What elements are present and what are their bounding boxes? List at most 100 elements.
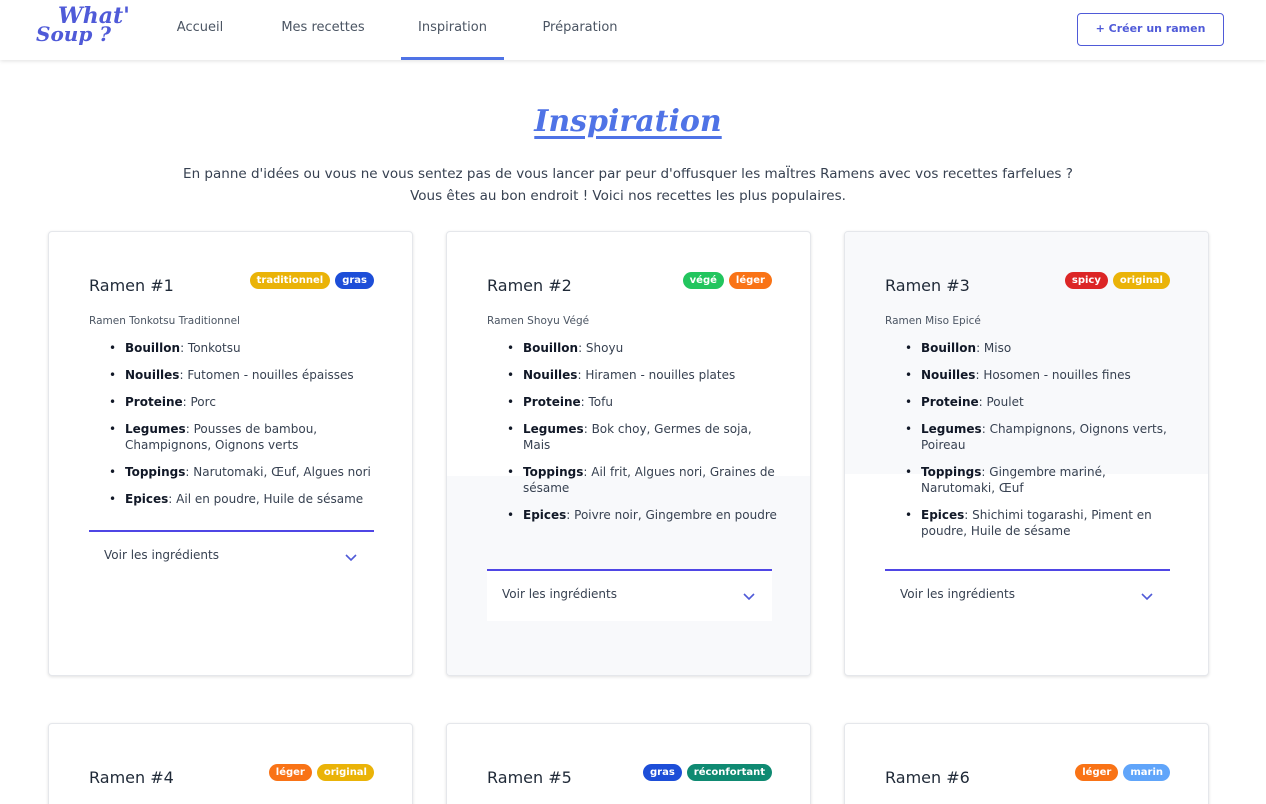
tag-badge: réconfortant: [686, 764, 772, 781]
page-title: Inspiration: [534, 104, 722, 139]
ingredient-item: Epices: Shichimi togarashi, Piment en po…: [885, 507, 1175, 539]
ingredient-value: Narutomaki, Œuf, Algues nori: [193, 465, 371, 479]
ingredient-item: Nouilles: Futomen - nouilles épaisses: [89, 367, 379, 383]
page-intro: En panne d'idées ou vous ne vous sentez …: [0, 163, 1256, 207]
chevron-down-icon: [345, 554, 357, 562]
ingredient-item: Toppings: Gingembre mariné, Narutomaki, …: [885, 464, 1175, 496]
ingredient-list: Bouillon: Tonkotsu Nouilles: Futomen - n…: [89, 340, 379, 518]
card-title: Ramen #4: [89, 768, 174, 787]
ingredient-key: Bouillon: [125, 341, 181, 355]
ingredient-value: Shoyu: [585, 341, 624, 355]
tag-badge: spicy: [1064, 272, 1108, 289]
card-title: Ramen #2: [487, 276, 572, 295]
chevron-down-icon: [1141, 593, 1153, 601]
tag-badge: léger: [1075, 764, 1119, 781]
card-subtitle: Ramen Tonkotsu Traditionnel: [89, 315, 240, 327]
ingredient-item: Legumes: Pousses de bambou, Champignons,…: [89, 421, 379, 453]
ingredient-item: Toppings: Ail frit, Algues nori, Graines…: [487, 464, 777, 496]
ingredient-item: Legumes: Bok choy, Germes de soja, Mais: [487, 421, 777, 453]
ingredient-value: Poulet: [986, 395, 1024, 409]
card-title: Ramen #6: [885, 768, 970, 787]
tag-badge: traditionnel: [249, 272, 331, 289]
top-navbar: What' Soup ? Accueil Mes recettes Inspir…: [0, 0, 1266, 60]
ingredient-value: Tonkotsu: [187, 341, 241, 355]
ingredients-toggle[interactable]: Voir les ingrédients: [885, 569, 1170, 621]
ingredient-item: Epices: Ail en poudre, Huile de sésame: [89, 491, 379, 507]
card-title: Ramen #3: [885, 276, 970, 295]
tag-badge: léger: [728, 272, 772, 289]
ingredient-value: Tofu: [588, 395, 613, 409]
ingredient-key: Proteine: [921, 395, 979, 409]
ingredient-key: Nouilles: [125, 368, 180, 382]
ingredient-value: Porc: [190, 395, 216, 409]
ingredient-item: Legumes: Champignons, Oignons verts, Poi…: [885, 421, 1175, 453]
tag-badge: végé: [682, 272, 724, 289]
ingredient-key: Toppings: [921, 465, 982, 479]
recipe-card-2: Ramen #2 végé léger Ramen Shoyu Végé Bou…: [446, 231, 811, 676]
ingredient-value: Futomen - nouilles épaisses: [187, 368, 354, 382]
card-tags: traditionnel gras: [249, 272, 374, 289]
logo-line2: Soup ?: [36, 22, 111, 46]
ingredient-item: Toppings: Narutomaki, Œuf, Algues nori: [89, 464, 379, 480]
toggle-label: Voir les ingrédients: [104, 548, 219, 562]
chevron-down-icon: [743, 593, 755, 601]
ingredient-key: Epices: [523, 508, 567, 522]
ingredients-toggle[interactable]: Voir les ingrédients: [89, 530, 374, 582]
toggle-label: Voir les ingrédients: [502, 587, 617, 601]
ingredient-key: Proteine: [125, 395, 183, 409]
ingredient-key: Nouilles: [523, 368, 578, 382]
ingredient-list: Bouillon: Miso Nouilles: Hosomen - nouil…: [885, 340, 1175, 550]
nav-link-inspiration[interactable]: Inspiration: [401, 0, 504, 60]
ingredient-list: Bouillon: Shoyu Nouilles: Hiramen - noui…: [487, 340, 777, 534]
ingredient-item: Nouilles: Hosomen - nouilles fines: [885, 367, 1175, 383]
ingredient-item: Bouillon: Tonkotsu: [89, 340, 379, 356]
ingredient-value: Ail en poudre, Huile de sésame: [176, 492, 364, 506]
ingredient-key: Toppings: [523, 465, 584, 479]
ingredient-key: Bouillon: [523, 341, 579, 355]
tag-badge: léger: [268, 764, 312, 781]
ingredient-item: Epices: Poivre noir, Gingembre en poudre: [487, 507, 777, 523]
card-title: Ramen #1: [89, 276, 174, 295]
intro-line-2: Vous êtes au bon endroit ! Voici nos rec…: [410, 188, 846, 204]
ingredient-key: Epices: [125, 492, 169, 506]
ingredients-toggle[interactable]: Voir les ingrédients: [487, 569, 772, 621]
ingredient-item: Proteine: Porc: [89, 394, 379, 410]
tag-badge: gras: [335, 272, 374, 289]
ingredient-item: Nouilles: Hiramen - nouilles plates: [487, 367, 777, 383]
recipe-card-3: Ramen #3 spicy original Ramen Miso Epicé…: [844, 231, 1209, 676]
recipe-card-6: Ramen #6 léger marin: [844, 723, 1209, 804]
card-tags: léger marin: [1075, 764, 1170, 781]
card-subtitle: Ramen Shoyu Végé: [487, 315, 590, 327]
card-subtitle: Ramen Miso Epicé: [885, 315, 981, 327]
ingredient-key: Epices: [921, 508, 965, 522]
recipe-card-5: Ramen #5 gras réconfortant: [446, 723, 811, 804]
ingredient-item: Bouillon: Shoyu: [487, 340, 777, 356]
ingredient-key: Bouillon: [921, 341, 977, 355]
ingredient-item: Proteine: Poulet: [885, 394, 1175, 410]
ingredient-item: Bouillon: Miso: [885, 340, 1175, 356]
tag-badge: original: [1112, 272, 1170, 289]
toggle-label: Voir les ingrédients: [900, 587, 1015, 601]
recipe-card-1: Ramen #1 traditionnel gras Ramen Tonkots…: [48, 231, 413, 676]
nav-link-accueil[interactable]: Accueil: [160, 0, 240, 60]
tag-badge: original: [316, 764, 374, 781]
ingredient-key: Toppings: [125, 465, 186, 479]
ingredient-key: Proteine: [523, 395, 581, 409]
card-title: Ramen #5: [487, 768, 572, 787]
card-tags: gras réconfortant: [642, 764, 772, 781]
ingredient-key: Legumes: [921, 422, 982, 436]
card-tags: spicy original: [1064, 272, 1170, 289]
nav-link-preparation[interactable]: Préparation: [530, 0, 630, 60]
card-tags: léger original: [268, 764, 374, 781]
card-tags: végé léger: [682, 272, 772, 289]
intro-line-1: En panne d'idées ou vous ne vous sentez …: [183, 166, 1073, 182]
tag-badge: marin: [1123, 764, 1170, 781]
create-ramen-button[interactable]: + Créer un ramen: [1077, 13, 1224, 46]
ingredient-key: Legumes: [523, 422, 584, 436]
logo[interactable]: What' Soup ?: [36, 4, 136, 52]
recipe-card-4: Ramen #4 léger original: [48, 723, 413, 804]
ingredient-value: Hosomen - nouilles fines: [983, 368, 1131, 382]
ingredient-value: Poivre noir, Gingembre en poudre: [574, 508, 777, 522]
nav-link-mes-recettes[interactable]: Mes recettes: [268, 0, 378, 60]
ingredient-value: Miso: [983, 341, 1012, 355]
